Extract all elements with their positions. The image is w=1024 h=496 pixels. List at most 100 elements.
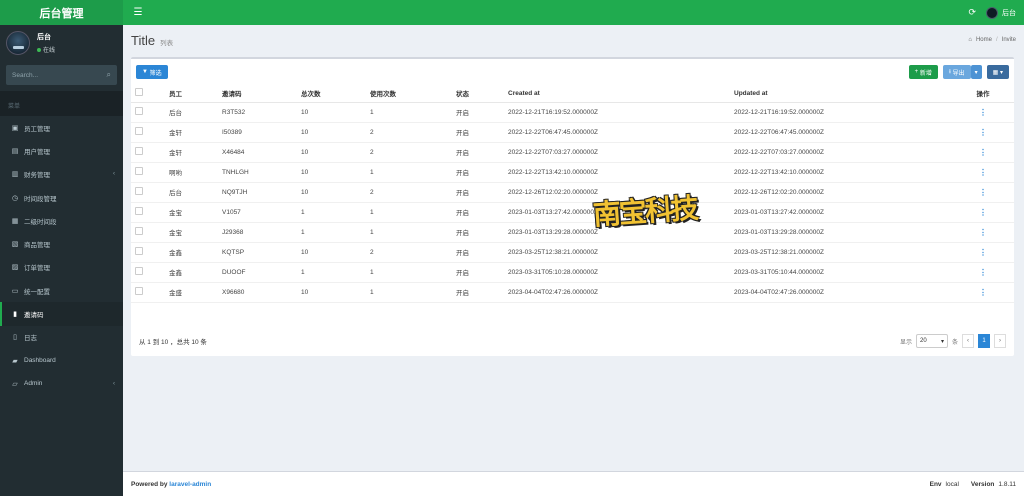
row-checkbox[interactable] <box>135 187 143 195</box>
version-value: 1.8.11 <box>998 480 1016 488</box>
cell-used: 1 <box>366 262 452 283</box>
next-page-button[interactable]: › <box>994 334 1006 348</box>
row-select-cell[interactable] <box>131 202 165 223</box>
row-actions-icon[interactable]: ⋮ <box>952 242 1014 263</box>
row-actions-icon[interactable]: ⋮ <box>952 262 1014 283</box>
cell-updated-at: 2023-04-04T02:47:26.000000Z <box>730 282 952 303</box>
menu-toggle-icon[interactable]: ☰ <box>131 7 145 18</box>
cell-total: 10 <box>297 242 366 263</box>
export-dropdown-toggle[interactable]: ▾ <box>970 65 982 79</box>
page-footer: Powered by laravel-admin Env local Versi… <box>123 471 1024 496</box>
cell-updated-at: 2023-01-03T13:27:42.000000Z <box>730 202 952 223</box>
sidebar-item[interactable]: ▤ 用户管理 <box>0 139 123 162</box>
sidebar-item[interactable]: ▦ 二级时间段 <box>0 209 123 232</box>
sidebar-item-label: 邀请码 <box>24 312 44 320</box>
page-1-button[interactable]: 1 <box>978 334 990 348</box>
cell-invite-code: V1057 <box>218 202 297 223</box>
cell-used: 2 <box>366 242 452 263</box>
row-checkbox[interactable] <box>135 247 143 255</box>
prev-page-button[interactable]: ‹ <box>962 334 974 348</box>
row-checkbox[interactable] <box>135 287 143 295</box>
env-label: Env <box>929 480 942 488</box>
row-checkbox[interactable] <box>135 127 143 135</box>
row-select-cell[interactable] <box>131 182 165 203</box>
row-select-cell[interactable] <box>131 102 165 123</box>
version-label: Version <box>970 480 995 488</box>
row-select-cell[interactable] <box>131 222 165 243</box>
sidebar-item[interactable]: ▥ 财务管理 ‹ <box>0 163 123 186</box>
cell-updated-at: 2023-03-31T05:10:44.000000Z <box>730 262 952 283</box>
row-actions-icon[interactable]: ⋮ <box>952 142 1014 163</box>
breadcrumb: ⌂ Home / Invite <box>968 37 1016 43</box>
watermark-logo: 南宝科技 <box>592 186 700 238</box>
row-checkbox[interactable] <box>135 147 143 155</box>
new-button[interactable]: + 新增 <box>908 65 938 79</box>
sidebar-item[interactable]: ▧ 商品管理 <box>0 232 123 255</box>
cell-status: 开启 <box>452 202 504 223</box>
row-select-cell[interactable] <box>131 162 165 183</box>
grid-footer: 从 1 到 10 ，总共 10 条 显示 20 ▾ 条 ‹ 1 › <box>131 332 1014 350</box>
col-used: 使用次数 <box>366 85 452 103</box>
sidebar-item[interactable]: ▱ Admin ‹ <box>0 372 123 395</box>
settings-icon: ▭ <box>11 287 19 295</box>
cell-created-at: 2023-04-04T02:47:26.000000Z <box>504 282 730 303</box>
row-actions-icon[interactable]: ⋮ <box>952 222 1014 243</box>
sidebar-item-label: 财务管理 <box>24 172 50 180</box>
row-select-cell[interactable] <box>131 262 165 283</box>
select-all-header[interactable] <box>131 85 165 103</box>
row-checkbox[interactable] <box>135 207 143 215</box>
sidebar-item[interactable]: ▮ 邀请码 <box>0 302 123 326</box>
table-body: 后台 R3T532 10 1 开启 2022-12-21T16:19:52.000000Z… <box>131 102 1014 303</box>
sidebar: 后台 在线 Search... ⌕ 菜单 ▣ 员工管理 ▤ 用户管理 ▥ 财务管理 ‹ ◷ 时间… <box>0 25 123 496</box>
cell-invite-code: KQTSP <box>218 242 297 263</box>
row-select-cell[interactable] <box>131 142 165 163</box>
user-menu[interactable]: 后台 <box>986 6 1016 19</box>
brand-logo[interactable]: 后台管理 <box>0 0 123 25</box>
cell-employee: 金轩 <box>165 142 218 163</box>
row-actions-icon[interactable]: ⋮ <box>952 202 1014 223</box>
powered-by-label: Powered by <box>131 480 168 488</box>
breadcrumb-home[interactable]: Home <box>976 37 992 43</box>
sidebar-item[interactable]: ▯ 日志 <box>0 326 123 349</box>
export-button[interactable]: ⭳ 导出 <box>942 65 971 79</box>
column-selector-button[interactable]: ▦ ▾ <box>986 65 1009 79</box>
sidebar-search-input[interactable]: Search... ⌕ <box>6 65 117 85</box>
per-page-suffix: 条 <box>951 339 958 346</box>
sidebar-item[interactable]: ▨ 订单管理 <box>0 256 123 279</box>
search-icon[interactable]: ⌕ <box>107 70 111 80</box>
cell-total: 1 <box>297 202 366 223</box>
row-checkbox[interactable] <box>135 267 143 275</box>
export-label: 导出 <box>952 70 965 77</box>
sidebar-item[interactable]: ▭ 统一配置 <box>0 279 123 302</box>
cell-status: 开启 <box>452 142 504 163</box>
row-checkbox[interactable] <box>135 107 143 115</box>
cell-used: 1 <box>366 162 452 183</box>
top-bar: 后台管理 ☰ ⟳ 后台 <box>0 0 1024 25</box>
row-select-cell[interactable] <box>131 282 165 303</box>
per-page-select[interactable]: 20 ▾ <box>915 334 948 348</box>
laravel-admin-link[interactable]: laravel-admin <box>169 481 211 488</box>
sidebar-item-label: Dashboard <box>24 357 56 365</box>
cell-created-at: 2023-03-31T05:10:28.000000Z <box>504 262 730 283</box>
row-actions-icon[interactable]: ⋮ <box>952 282 1014 303</box>
cell-employee: 金鑫 <box>165 262 218 283</box>
row-actions-icon[interactable]: ⋮ <box>952 122 1014 143</box>
row-actions-icon[interactable]: ⋮ <box>952 102 1014 123</box>
cell-total: 10 <box>297 142 366 163</box>
sidebar-item[interactable]: ▰ Dashboard <box>0 349 123 372</box>
cell-total: 10 <box>297 182 366 203</box>
sidebar-item[interactable]: ▣ 员工管理 <box>0 116 123 139</box>
cell-invite-code: NQ9TJH <box>218 182 297 203</box>
row-select-cell[interactable] <box>131 242 165 263</box>
row-actions-icon[interactable]: ⋮ <box>952 182 1014 203</box>
cell-used: 1 <box>366 102 452 123</box>
row-checkbox[interactable] <box>135 167 143 175</box>
row-checkbox[interactable] <box>135 227 143 235</box>
row-actions-icon[interactable]: ⋮ <box>952 162 1014 183</box>
table-row: 金宝 V1057 1 1 开启 2023-01-03T13:27:42.000000Z 20… <box>131 202 1014 223</box>
row-select-cell[interactable] <box>131 122 165 143</box>
refresh-icon[interactable]: ⟳ <box>968 7 976 18</box>
sidebar-item[interactable]: ◷ 时间段管理 <box>0 186 123 209</box>
select-all-checkbox[interactable] <box>135 88 143 97</box>
filter-button[interactable]: ▼ 筛选 <box>136 65 168 79</box>
